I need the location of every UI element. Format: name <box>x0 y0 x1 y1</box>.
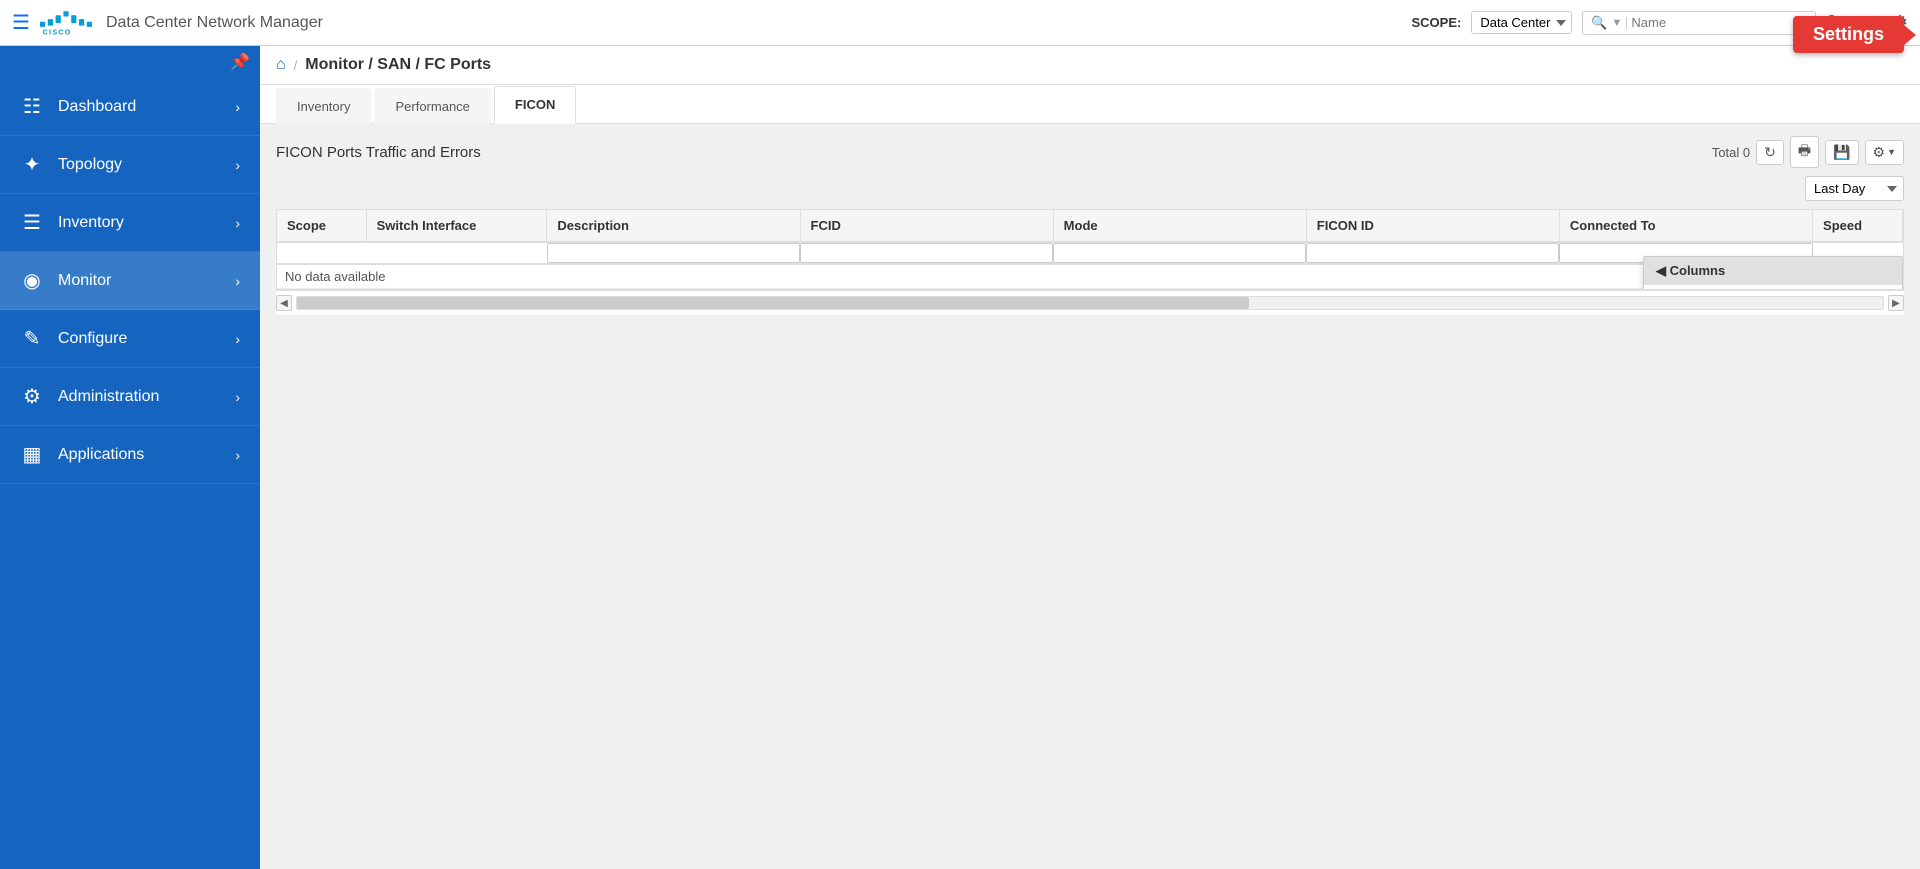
breadcrumb-sep: / <box>294 58 298 73</box>
home-icon[interactable]: ⌂ <box>276 56 286 74</box>
cisco-logo-svg: CISCO <box>40 10 92 36</box>
cisco-logo: CISCO <box>40 10 92 36</box>
sidebar-item-configure[interactable]: ✎ Configure › <box>0 310 260 368</box>
sidebar: 📌 ☷ Dashboard › ✦ Topology › ☰ Inventory… <box>0 46 260 869</box>
refresh-button[interactable]: ↻ <box>1756 140 1784 165</box>
pin-icon[interactable]: 📌 <box>230 52 250 72</box>
total-label: Total 0 <box>1712 145 1750 160</box>
content-area: ⌂ / Monitor / SAN / FC Ports Settings In… <box>260 46 1920 869</box>
tab-ficon[interactable]: FICON <box>494 86 576 124</box>
sidebar-label-applications: Applications <box>58 446 221 464</box>
tabs-bar: Inventory Performance FICON <box>260 85 1920 124</box>
main-layout: 📌 ☷ Dashboard › ✦ Topology › ☰ Inventory… <box>0 46 1920 869</box>
sidebar-item-monitor[interactable]: ◉ Monitor › <box>0 252 260 310</box>
export-button[interactable]: 💾 <box>1825 140 1858 165</box>
topology-arrow: › <box>235 157 240 173</box>
filter-ficon-id[interactable] <box>1306 242 1559 264</box>
inventory-arrow: › <box>235 215 240 231</box>
col-header-fcid: FCID <box>800 210 1053 242</box>
settings-badge[interactable]: Settings <box>1793 46 1904 53</box>
search-icon: 🔍 <box>1591 15 1607 31</box>
sidebar-label-administration: Administration <box>58 388 221 406</box>
dashboard-icon: ☷ <box>20 94 44 119</box>
filter-mode[interactable] <box>1053 242 1306 264</box>
description-filter-input[interactable] <box>547 243 800 263</box>
filter-description[interactable] <box>547 242 800 264</box>
sidebar-label-monitor: Monitor <box>58 272 221 290</box>
scope-label: SCOPE: <box>1412 15 1462 30</box>
sidebar-label-dashboard: Dashboard <box>58 98 221 116</box>
svg-text:CISCO: CISCO <box>43 28 72 35</box>
search-input[interactable] <box>1631 15 1807 30</box>
menu-icon[interactable]: ☰ <box>12 10 30 35</box>
col-header-ficon-id: FICON ID <box>1306 210 1559 242</box>
time-select[interactable]: Last Day Last Hour Last Week Last Month <box>1805 176 1904 201</box>
fcid-filter-input[interactable] <box>800 243 1053 263</box>
gear-dropdown-arrow: ▼ <box>1887 147 1896 157</box>
filter-switch-interface <box>366 242 547 264</box>
sidebar-item-dashboard[interactable]: ☷ Dashboard › <box>0 78 260 136</box>
top-navbar: ☰ CISCO Data Center Network Manager SCOP… <box>0 0 1920 46</box>
sidebar-item-topology[interactable]: ✦ Topology › <box>0 136 260 194</box>
col-header-speed: Speed <box>1813 210 1903 242</box>
table-title: FICON Ports Traffic and Errors <box>276 144 481 161</box>
breadcrumb-text: Monitor / SAN / FC Ports <box>305 56 491 74</box>
scroll-bar[interactable] <box>296 296 1884 310</box>
columns-panel: ◀ Columns ✓ Scope ✓ Switch Interface ✓ D… <box>1643 256 1903 290</box>
monitor-icon: ◉ <box>20 268 44 293</box>
applications-icon: ▦ <box>20 442 44 467</box>
col-header-switch-interface: Switch Interface <box>366 210 547 242</box>
time-filter-row: Last Day Last Hour Last Week Last Month <box>276 176 1904 201</box>
dashboard-arrow: › <box>235 99 240 115</box>
ficon-id-filter-input[interactable] <box>1306 243 1559 263</box>
columns-panel-title: ◀ Columns <box>1656 263 1725 279</box>
tab-performance[interactable]: Performance <box>374 88 490 124</box>
gear-dropdown-button[interactable]: ⚙ ▼ <box>1865 140 1904 165</box>
mode-filter-input[interactable] <box>1053 243 1306 263</box>
print-button[interactable]: 🖶 <box>1790 136 1819 168</box>
col-header-connected-to: Connected To <box>1559 210 1812 242</box>
configure-icon: ✎ <box>20 326 44 351</box>
search-box: 🔍 ▼ <box>1582 11 1816 35</box>
scroll-left-arrow[interactable]: ◀ <box>276 295 292 311</box>
administration-arrow: › <box>235 389 240 405</box>
sidebar-item-administration[interactable]: ⚙ Administration › <box>0 368 260 426</box>
search-dropdown[interactable]: ▼ <box>1612 17 1628 29</box>
columns-panel-header[interactable]: ◀ Columns <box>1644 257 1902 285</box>
scroll-right-arrow[interactable]: ▶ <box>1888 295 1904 311</box>
tab-inventory[interactable]: Inventory <box>276 88 371 124</box>
sidebar-item-applications[interactable]: ▦ Applications › <box>0 426 260 484</box>
sidebar-label-topology: Topology <box>58 156 221 174</box>
sidebar-label-configure: Configure <box>58 330 221 348</box>
scroll-thumb <box>297 297 1249 309</box>
administration-icon: ⚙ <box>20 384 44 409</box>
filter-scope <box>277 242 366 264</box>
breadcrumb-bar: ⌂ / Monitor / SAN / FC Ports Settings <box>260 46 1920 85</box>
sidebar-label-inventory: Inventory <box>58 214 221 232</box>
topology-icon: ✦ <box>20 152 44 177</box>
filter-fcid[interactable] <box>800 242 1053 264</box>
data-table-wrapper: Scope Switch Interface Description FCID <box>276 209 1904 290</box>
inventory-icon: ☰ <box>20 210 44 235</box>
gear-icon: ⚙ <box>1873 144 1886 161</box>
col-header-mode: Mode <box>1053 210 1306 242</box>
col-header-description: Description <box>547 210 800 242</box>
app-title: Data Center Network Manager <box>106 14 323 32</box>
scope-select[interactable]: Data Center <box>1471 11 1572 34</box>
sidebar-item-inventory[interactable]: ☰ Inventory › <box>0 194 260 252</box>
col-header-scope: Scope <box>277 210 366 242</box>
configure-arrow: › <box>235 331 240 347</box>
sidebar-pin: 📌 <box>0 46 260 78</box>
table-section: FICON Ports Traffic and Errors Total 0 ↻… <box>260 124 1920 869</box>
monitor-arrow: › <box>235 273 240 289</box>
applications-arrow: › <box>235 447 240 463</box>
scroll-area: ◀ ▶ <box>276 290 1904 315</box>
col-item-scope[interactable]: ✓ Scope <box>1644 285 1902 290</box>
